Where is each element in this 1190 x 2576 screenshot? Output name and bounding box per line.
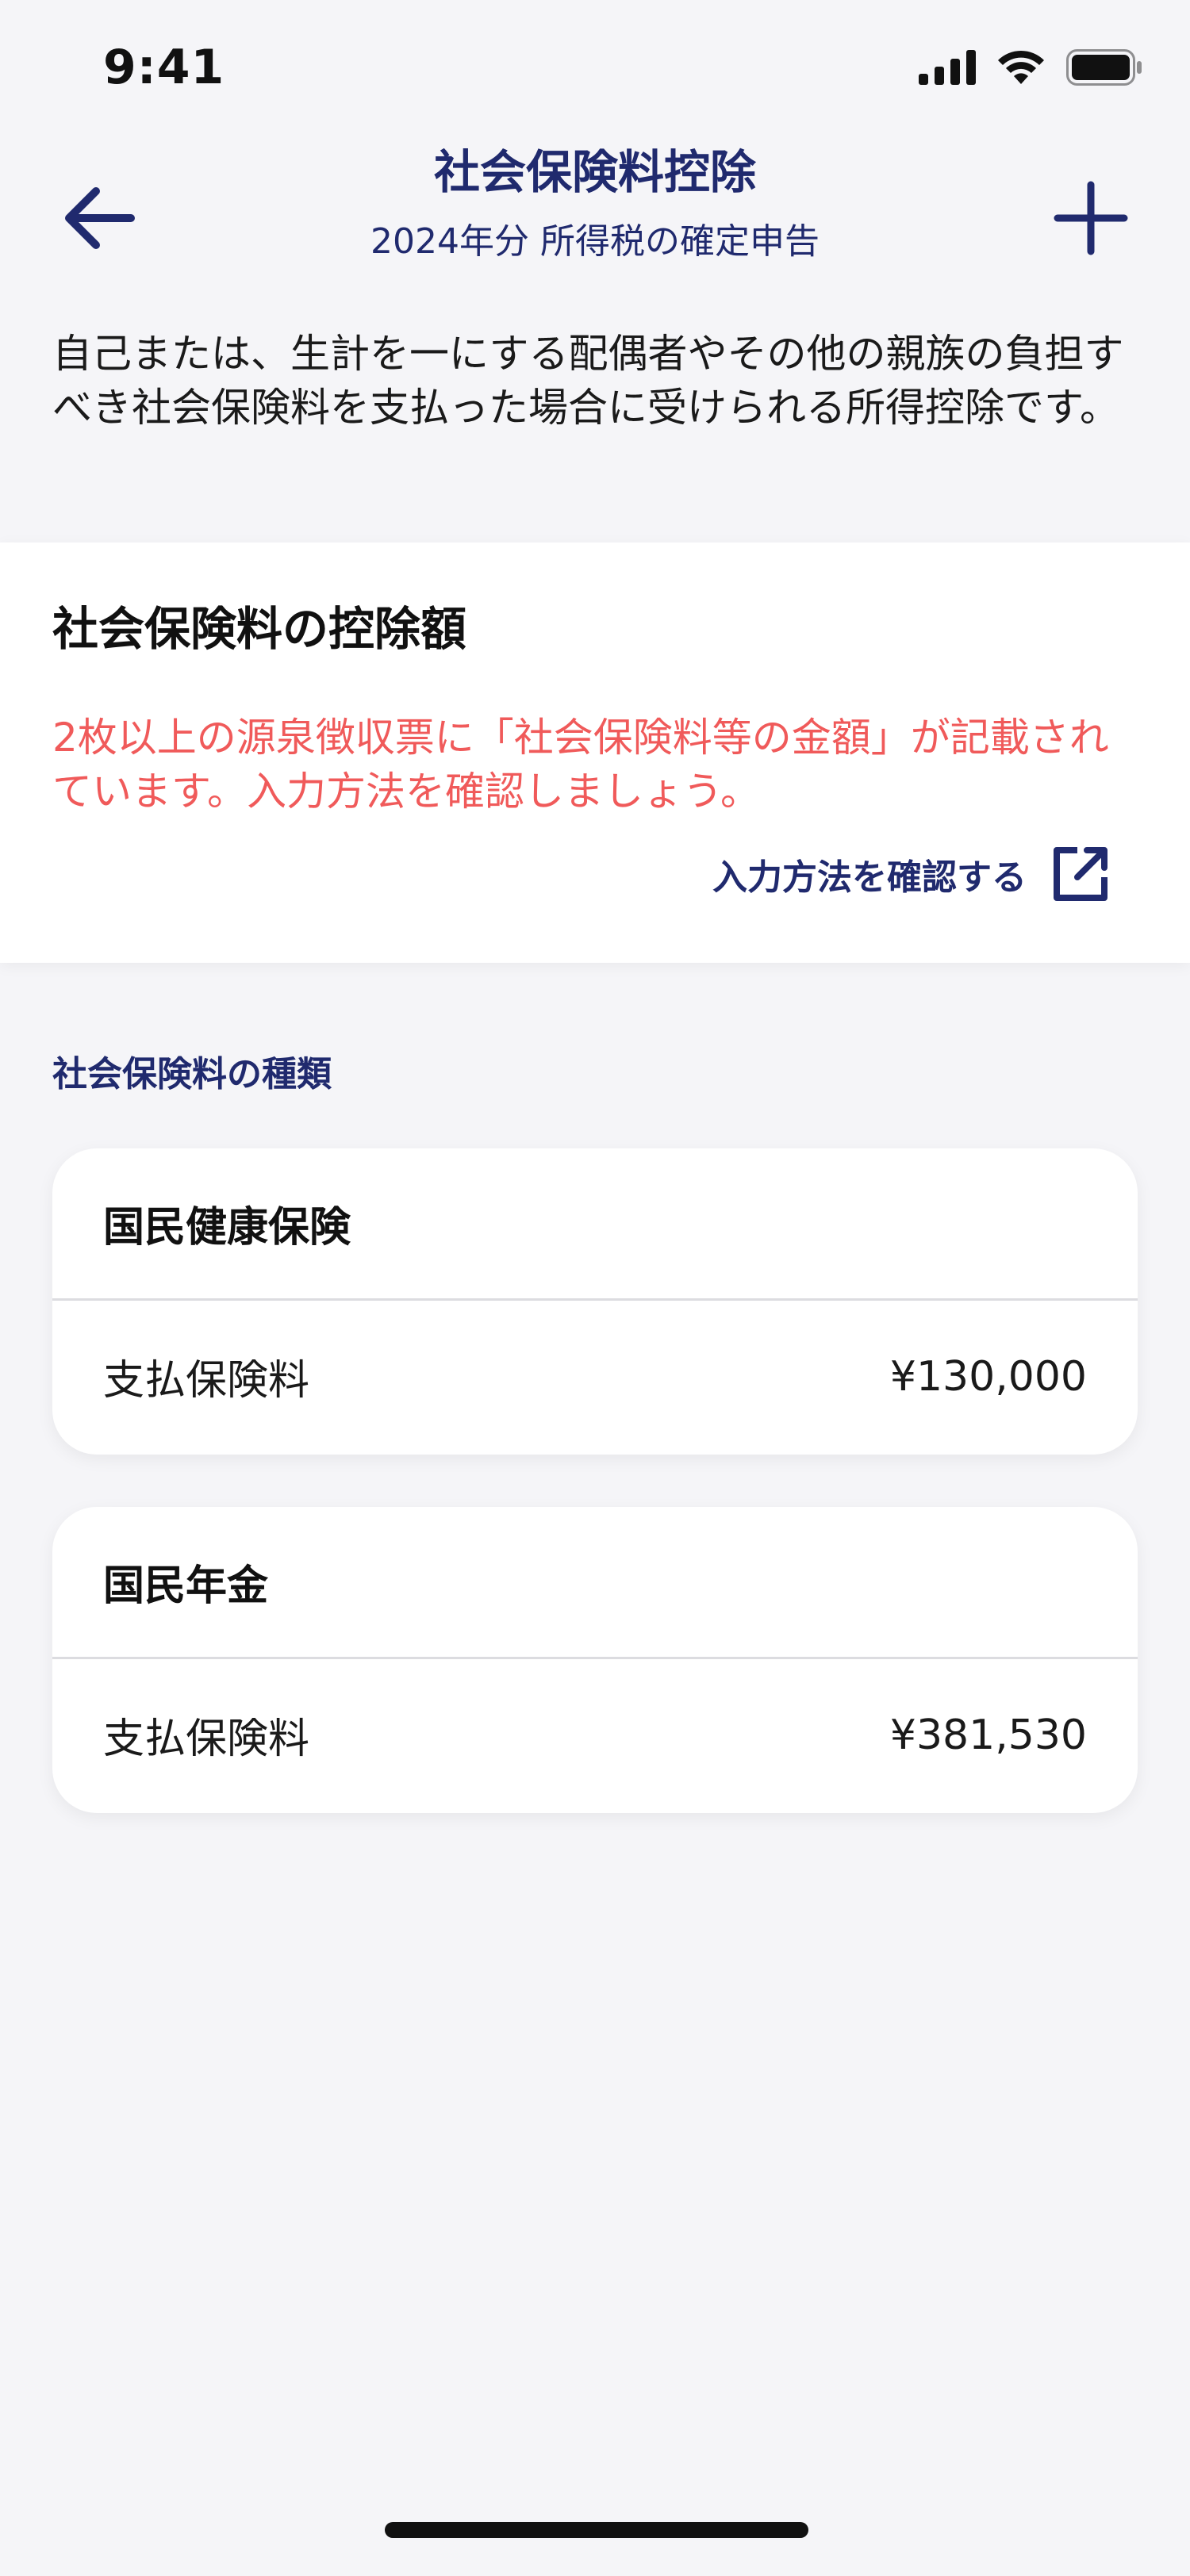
plus-icon <box>1054 181 1128 255</box>
back-button[interactable] <box>56 174 143 262</box>
check-input-method-label: 入力方法を確認する <box>712 857 1027 898</box>
signal-icon <box>919 50 976 88</box>
insurance-card-pension[interactable]: 国民年金 支払保険料 ¥381,530 <box>52 1507 1138 1813</box>
payment-label: 支払保険料 <box>103 1357 310 1405</box>
add-button[interactable] <box>1047 174 1134 262</box>
insurance-card-health[interactable]: 国民健康保険 支払保険料 ¥130,000 <box>52 1148 1138 1455</box>
deduction-card: 社会保険料の控除額 2枚以上の源泉徴収票に「社会保険料等の金額」が記載されていま… <box>0 542 1190 963</box>
wifi-icon <box>996 49 1046 89</box>
payment-amount: ¥381,530 <box>889 1711 1087 1759</box>
external-link-icon <box>1054 847 1107 901</box>
insurance-name: 国民年金 <box>103 1562 269 1610</box>
description-text: 自己または、生計を一にする配偶者やその他の親族の負担すべき社会保険料を支払った場… <box>52 331 1124 431</box>
insurance-card-header: 国民健康保険 <box>52 1148 1138 1301</box>
home-indicator <box>385 2522 808 2538</box>
battery-icon <box>1066 49 1142 89</box>
payment-label: 支払保険料 <box>103 1715 310 1763</box>
deduction-title: 社会保険料の控除額 <box>52 602 467 656</box>
insurance-types-heading: 社会保険料の種類 <box>52 1054 332 1094</box>
insurance-payment-row: 支払保険料 ¥381,530 <box>52 1659 1138 1811</box>
nav-header: 社会保険料控除 2024年分 所得税の確定申告 <box>0 135 1190 278</box>
page-title: 社会保険料控除 <box>433 145 756 199</box>
insurance-name: 国民健康保険 <box>103 1204 351 1252</box>
status-time: 9:41 <box>103 40 225 95</box>
status-bar: 9:41 <box>0 0 1190 143</box>
check-input-method-link[interactable]: 入力方法を確認する <box>712 844 1111 904</box>
insurance-card-header: 国民年金 <box>52 1507 1138 1659</box>
payment-amount: ¥130,000 <box>889 1352 1087 1401</box>
page-subtitle: 2024年分 所得税の確定申告 <box>370 221 820 262</box>
deduction-warning: 2枚以上の源泉徴収票に「社会保険料等の金額」が記載されています。入力方法を確認し… <box>52 715 1109 815</box>
arrow-left-icon <box>65 187 135 249</box>
status-icons <box>919 49 1142 89</box>
insurance-payment-row: 支払保険料 ¥130,000 <box>52 1301 1138 1452</box>
